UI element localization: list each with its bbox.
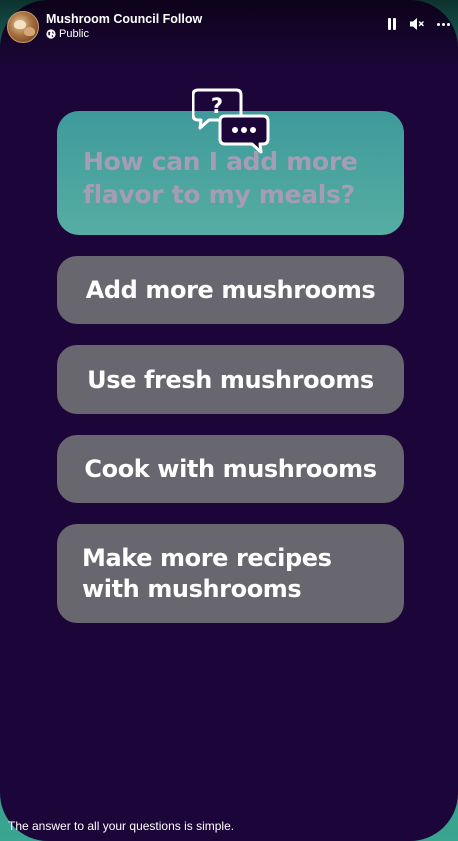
volume-muted-icon[interactable] xyxy=(409,17,425,31)
privacy-label: Public xyxy=(59,28,89,40)
answer-option[interactable]: Cook with mushrooms xyxy=(57,435,404,503)
svg-text:?: ? xyxy=(211,94,223,118)
answer-option[interactable]: Add more mushrooms xyxy=(57,256,404,324)
privacy-indicator: Public xyxy=(46,28,89,40)
answer-option[interactable]: Make more recipes with mushrooms xyxy=(57,524,404,623)
globe-icon xyxy=(46,29,56,39)
story-viewer: Mushroom Council Follow Public ? How can… xyxy=(0,0,458,841)
story-caption: The answer to all your questions is simp… xyxy=(8,819,235,833)
page-name[interactable]: Mushroom Council Follow xyxy=(46,12,202,26)
answer-option-label: Make more recipes with mushrooms xyxy=(82,543,332,603)
more-options-icon[interactable] xyxy=(437,22,450,26)
answer-option[interactable]: Use fresh mushrooms xyxy=(57,345,404,414)
pause-icon[interactable] xyxy=(387,18,397,30)
chat-bubbles-question-icon: ? xyxy=(192,88,270,154)
player-controls xyxy=(387,17,450,31)
page-avatar[interactable] xyxy=(7,11,39,43)
